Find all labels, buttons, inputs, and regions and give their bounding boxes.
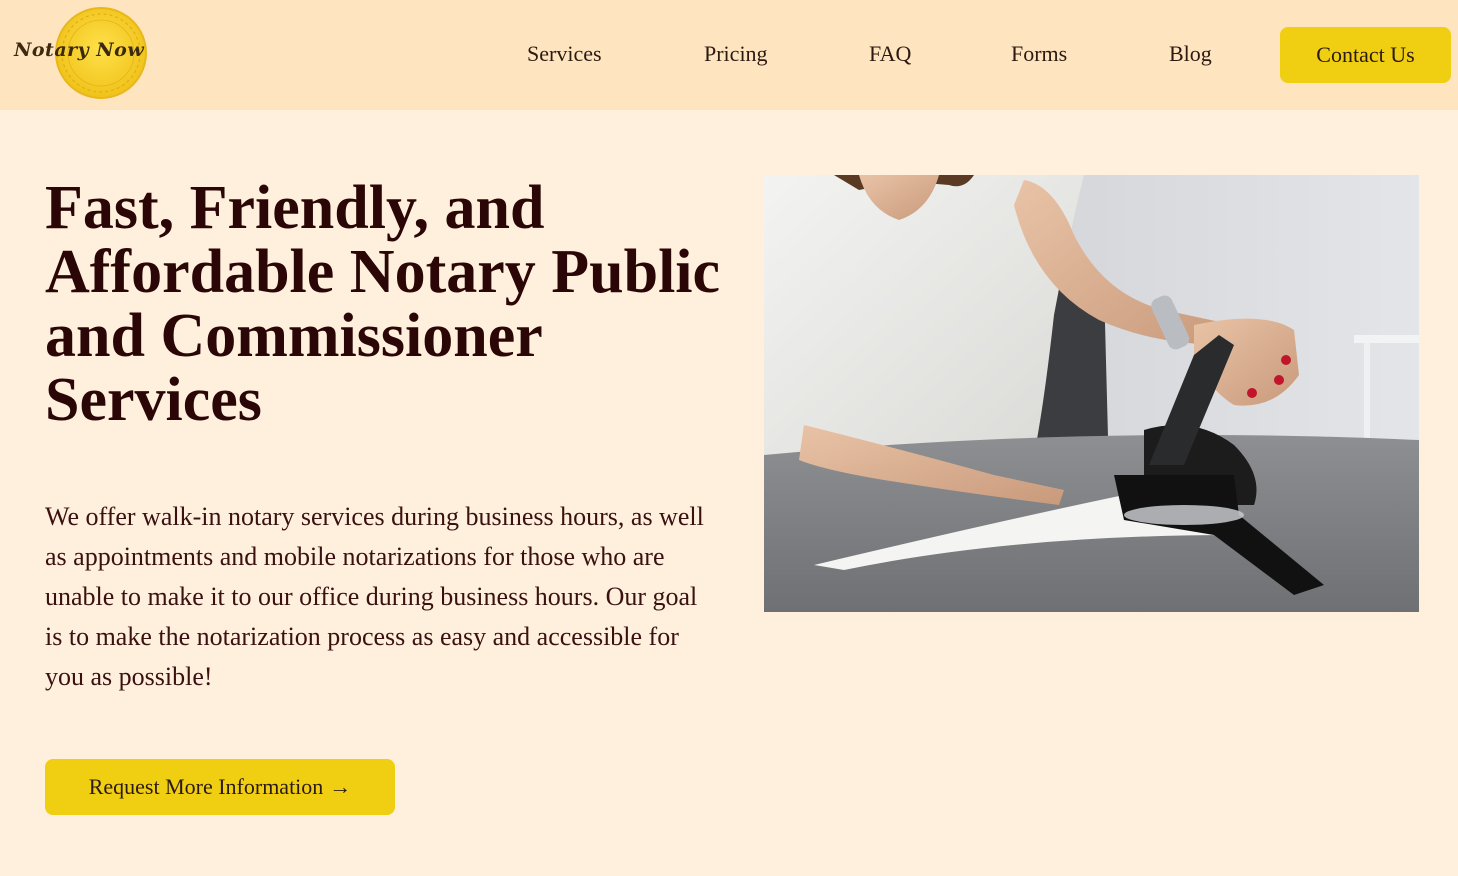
contact-us-button[interactable]: Contact Us [1280, 27, 1451, 83]
hero-description: We offer walk-in notary services during … [45, 502, 704, 691]
notary-stamp-photo [764, 175, 1419, 612]
notary-now-logo[interactable]: Notary Now [10, 6, 150, 102]
hero-title: Fast, Friendly, and Affordable Notary Pu… [45, 174, 721, 434]
nav-services[interactable]: Services [527, 41, 602, 67]
request-info-button[interactable]: Request More Information → [45, 759, 395, 815]
nav-pricing[interactable]: Pricing [704, 41, 768, 67]
site-header: Notary Now Services Pricing FAQ Forms Bl… [0, 0, 1458, 110]
request-info-label: Request More Information [88, 774, 324, 799]
notary-stamp-illustration [764, 175, 1419, 612]
nav-forms[interactable]: Forms [1011, 41, 1067, 67]
arrow-right-icon: → [329, 774, 352, 799]
logo-text: Notary Now [14, 39, 145, 61]
nav-blog[interactable]: Blog [1169, 41, 1212, 67]
nav-faq[interactable]: FAQ [869, 41, 911, 67]
